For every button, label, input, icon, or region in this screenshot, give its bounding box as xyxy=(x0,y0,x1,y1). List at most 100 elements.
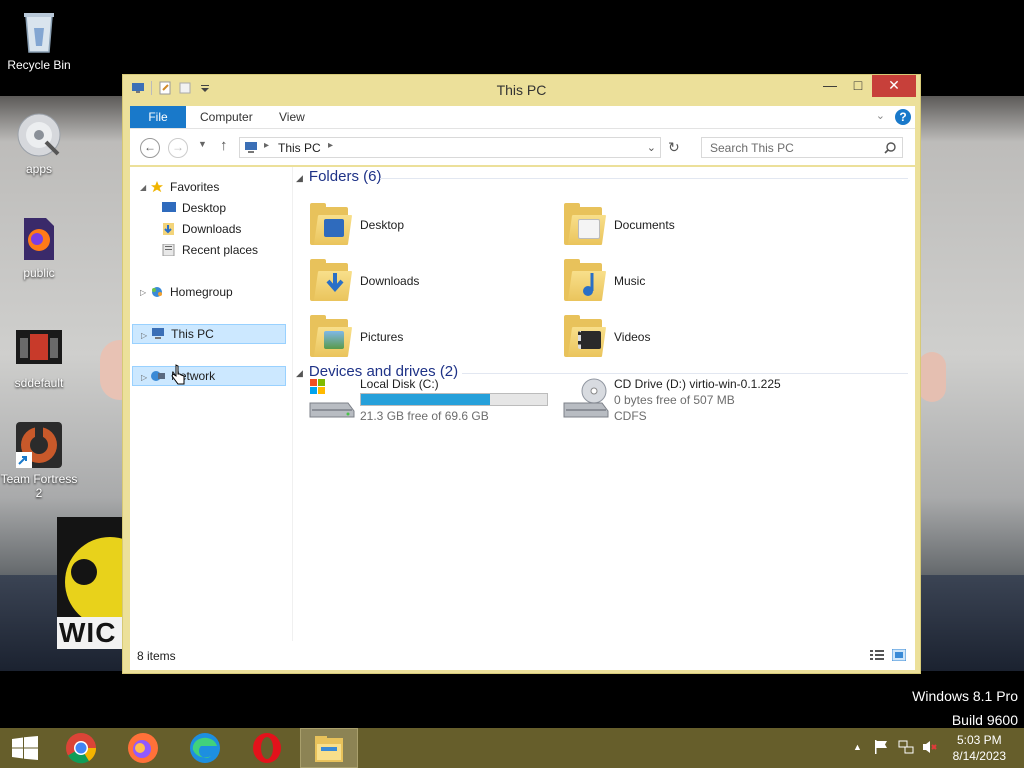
folder-downloads[interactable]: Downloads xyxy=(308,257,548,305)
window-title: This PC xyxy=(496,82,547,98)
desktop-icon-label: Team Fortress 2 xyxy=(0,472,78,500)
expand-arrow-icon[interactable]: ▷ xyxy=(141,331,147,340)
breadcrumb-chevron-icon[interactable]: ▸ xyxy=(264,140,269,151)
star-icon xyxy=(151,181,163,193)
address-bar[interactable]: ▸ This PC ▸ ⌄ xyxy=(239,137,661,158)
hard-drive-icon xyxy=(308,377,356,423)
desktop-icon-label: apps xyxy=(25,162,53,176)
folders-section-header[interactable]: ◢ Folders (6) xyxy=(296,168,908,188)
up-button[interactable]: ↑ xyxy=(220,137,228,154)
content-area: ◢ Folders (6) Desktop Documents Downloads xyxy=(296,167,915,641)
drive-local-disk-c[interactable]: Local Disk (C:) 21.3 GB free of 69.6 GB xyxy=(308,377,553,423)
desktop-icon-recycle-bin[interactable]: Recycle Bin xyxy=(0,8,78,72)
collapse-arrow-icon[interactable]: ◢ xyxy=(296,368,303,378)
action-center-flag-icon[interactable] xyxy=(874,739,888,755)
breadcrumb-this-pc[interactable]: This PC xyxy=(278,141,321,155)
file-explorer-window[interactable]: This PC — □ ✕ File Computer View ⌄ ? ← →… xyxy=(122,74,921,674)
desktop-icon-team-fortress-2[interactable]: Team Fortress 2 xyxy=(0,422,78,500)
wallpaper-logo-text: WIC xyxy=(57,617,125,649)
nav-item-favorites[interactable]: Favorites xyxy=(150,177,219,197)
show-hidden-icons-button[interactable]: ▲ xyxy=(853,742,862,752)
nav-item-recent-places[interactable]: Recent places xyxy=(162,240,258,260)
windows-logo-icon xyxy=(12,736,38,760)
os-edition: Windows 8.1 Pro xyxy=(912,688,1018,704)
search-placeholder: Search This PC xyxy=(710,141,794,155)
recycle-bin-icon xyxy=(16,8,62,54)
nav-item-this-pc[interactable]: ▷ This PC xyxy=(132,324,286,344)
expand-arrow-icon[interactable]: ▷ xyxy=(141,373,147,382)
collapse-arrow-icon[interactable]: ◢ xyxy=(296,173,303,183)
expand-arrow-icon[interactable]: ▷ xyxy=(140,288,146,297)
clock-time: 5:03 PM xyxy=(956,733,1002,747)
title-bar[interactable]: This PC — □ ✕ xyxy=(123,75,920,103)
folder-pictures[interactable]: Pictures xyxy=(308,313,548,361)
nav-label: Homegroup xyxy=(170,285,233,299)
recent-locations-dropdown[interactable]: ▼ xyxy=(198,139,207,149)
tab-computer[interactable]: Computer xyxy=(200,106,253,128)
documents-folder-icon xyxy=(562,201,608,247)
folder-label: Downloads xyxy=(360,274,420,288)
drive-label: CD Drive (D:) virtio-win-0.1.225 xyxy=(614,377,781,391)
nav-item-downloads[interactable]: Downloads xyxy=(162,219,241,239)
breadcrumb-chevron-icon[interactable]: ▸ xyxy=(328,140,333,151)
folder-desktop[interactable]: Desktop xyxy=(308,201,548,249)
folder-label: Desktop xyxy=(360,218,405,232)
taskbar-file-explorer[interactable] xyxy=(300,728,358,768)
taskbar-opera[interactable] xyxy=(238,728,296,768)
desktop-icon-sddefault[interactable]: sddefault xyxy=(0,326,78,390)
folder-music[interactable]: Music xyxy=(562,257,802,305)
desktop-icon-apps[interactable]: apps xyxy=(0,112,78,176)
tab-file[interactable]: File xyxy=(130,106,186,128)
back-button[interactable]: ← xyxy=(140,138,160,158)
os-version-watermark: Windows 8.1 Pro Build 9600 xyxy=(912,684,1018,728)
help-button[interactable]: ? xyxy=(895,109,911,125)
forward-button[interactable]: → xyxy=(168,138,188,158)
close-button[interactable]: ✕ xyxy=(872,75,916,97)
taskbar: ▲ 5:03 PM 8/14/2023 xyxy=(0,728,1024,768)
nav-label: Downloads xyxy=(182,222,242,236)
drive-file-system: CDFS xyxy=(614,409,647,423)
image-icon xyxy=(16,326,62,372)
search-box[interactable]: Search This PC xyxy=(701,137,903,158)
folders-header-label: Folders (6) xyxy=(308,168,382,185)
network-icon xyxy=(151,371,166,381)
drive-free-space: 21.3 GB free of 69.6 GB xyxy=(360,409,489,423)
status-bar: 8 items xyxy=(130,643,915,669)
homegroup-icon xyxy=(152,287,162,297)
nav-item-desktop[interactable]: Desktop xyxy=(162,198,226,218)
folder-label: Music xyxy=(614,274,646,288)
desktop-icon-public[interactable]: public xyxy=(0,216,78,280)
address-dropdown-icon[interactable]: ⌄ xyxy=(647,141,656,154)
volume-muted-icon[interactable] xyxy=(922,739,938,755)
opera-icon xyxy=(253,733,281,763)
explorer-pane: ◢ Favorites Desktop Downloads Recent pla… xyxy=(130,167,915,670)
folder-videos[interactable]: Videos xyxy=(562,313,802,361)
folder-label: Documents xyxy=(614,218,675,232)
taskbar-firefox[interactable] xyxy=(114,728,172,768)
tab-view[interactable]: View xyxy=(279,106,305,128)
minimize-button[interactable]: — xyxy=(816,75,844,97)
expand-ribbon-icon[interactable]: ⌄ xyxy=(876,109,885,122)
refresh-button[interactable]: ↻ xyxy=(668,139,680,156)
music-folder-icon xyxy=(562,257,608,303)
collapse-arrow-icon[interactable]: ◢ xyxy=(140,183,146,192)
edge-icon xyxy=(190,733,220,763)
nav-item-network[interactable]: ▷ Network xyxy=(132,366,286,386)
start-button[interactable] xyxy=(0,728,58,768)
mouse-cursor-icon xyxy=(171,364,185,385)
disc-icon xyxy=(16,112,62,158)
network-status-icon[interactable] xyxy=(898,739,914,755)
taskbar-edge[interactable] xyxy=(176,728,234,768)
drive-cd-d[interactable]: CD Drive (D:) virtio-win-0.1.225 0 bytes… xyxy=(562,377,862,429)
navigation-bar: ← → ▼ ↑ ▸ This PC ▸ ⌄ ↻ Search This PC xyxy=(130,129,915,165)
maximize-button[interactable]: □ xyxy=(844,75,872,97)
desktop-folder-icon xyxy=(308,201,354,247)
nav-item-homegroup[interactable]: Homegroup xyxy=(150,282,233,302)
downloads-folder-icon xyxy=(308,257,354,303)
taskbar-chrome[interactable] xyxy=(52,728,110,768)
pane-divider[interactable] xyxy=(292,167,293,641)
folder-documents[interactable]: Documents xyxy=(562,201,802,249)
details-view-icon[interactable] xyxy=(870,649,884,661)
large-icons-view-icon[interactable] xyxy=(892,649,906,661)
taskbar-clock[interactable]: 5:03 PM 8/14/2023 xyxy=(953,732,1006,764)
